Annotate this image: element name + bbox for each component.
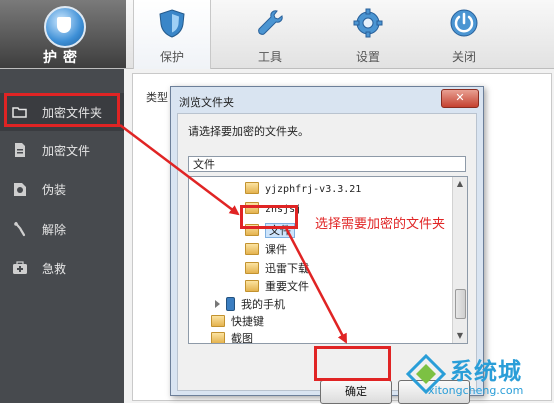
watermark-url: xitongcheng.com (428, 384, 524, 397)
arrow-to-folder (119, 124, 240, 216)
arrow-to-ok (284, 227, 348, 344)
watermark: 系统城 xitongcheng.com (398, 346, 554, 403)
watermark-brand: 系统城 (450, 359, 522, 385)
annotation-arrows (119, 124, 348, 344)
